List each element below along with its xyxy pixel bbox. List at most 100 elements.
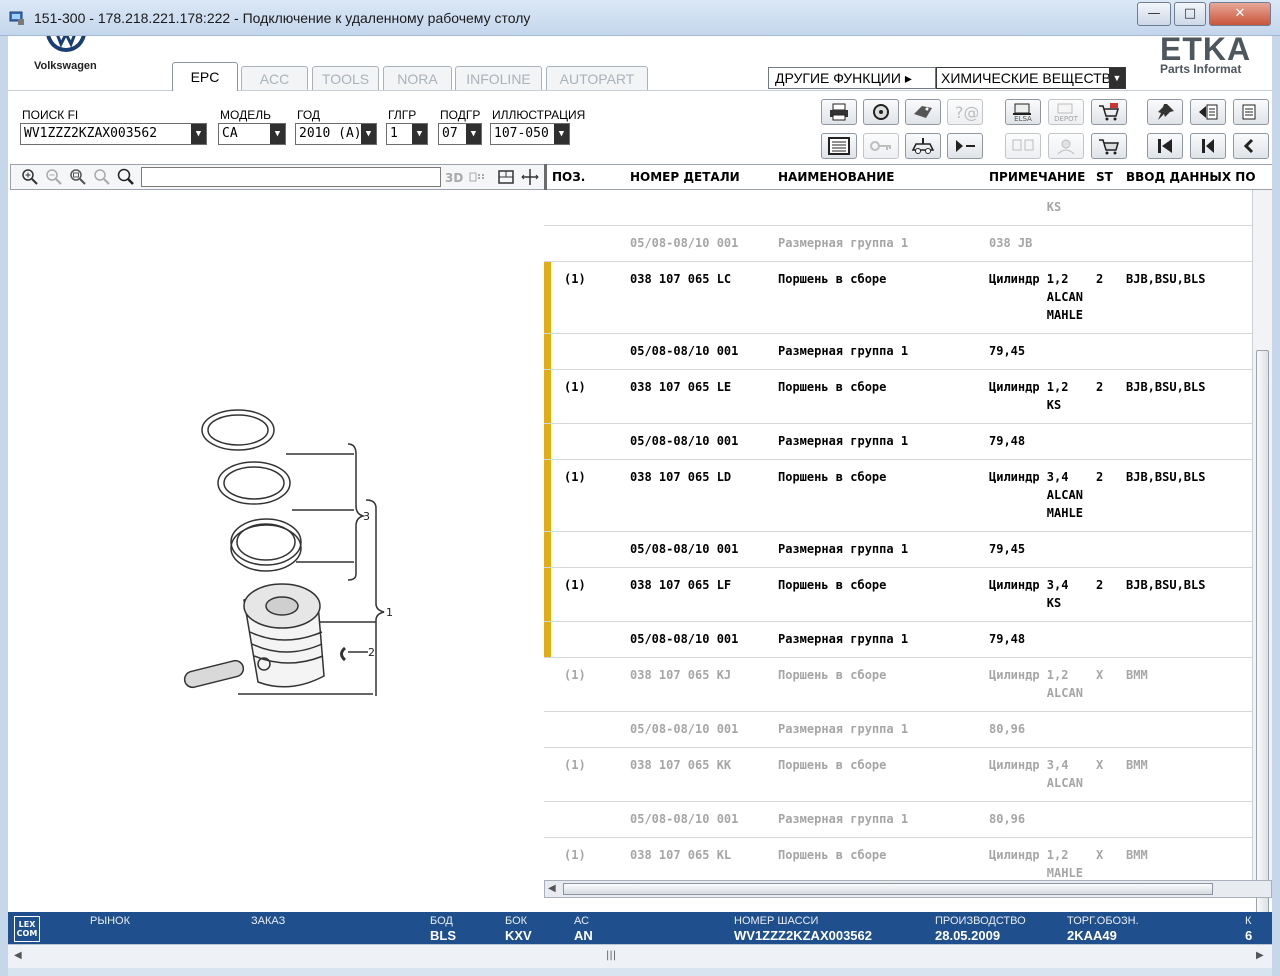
tab-tools[interactable]: TOOLS [312,66,379,90]
cell-name: Размерная группа 1 [778,722,909,736]
chevron-down-icon[interactable]: ▼ [412,124,427,144]
pin-button[interactable] [1147,99,1183,125]
scrollbar-thumb[interactable] [1256,350,1269,968]
col-pos-header[interactable]: ПОЗ. [552,170,585,184]
chevron-down-icon[interactable]: ▼ [1109,68,1125,88]
col-note-header[interactable]: ПРИМЕЧАНИЕ [989,170,1085,184]
search-fi-field[interactable]: WV1ZZZ2KZAX003562 ▼ [20,123,207,145]
table-row[interactable]: 05/08-08/10 001 Размерная группа 1 79,45 [544,334,1272,370]
other-functions-button[interactable]: ДРУГИЕ ФУНКЦИИ ▸ [768,67,936,89]
col-part-number-header[interactable]: НОМЕР ДЕТАЛИ [630,170,740,184]
zoom-out-button[interactable] [43,167,65,187]
other-functions-select[interactable]: ХИМИЧЕСКИЕ ВЕЩЕСТВА ▼ [936,67,1126,89]
table-row[interactable]: 05/08-08/10 001 Размерная группа 1 79,48 [544,622,1272,658]
zoom-fit-button[interactable] [67,167,89,187]
resize-splitter-button[interactable] [519,167,541,187]
col-name-header[interactable]: НАИМЕНОВАНИЕ [778,170,894,184]
table-vertical-scrollbar[interactable] [1252,190,1272,968]
close-button[interactable]: ✕ [1209,2,1271,26]
cell-note: 79,48 [989,632,1026,646]
chevron-down-icon[interactable]: ▼ [361,124,376,144]
key-button[interactable] [863,133,899,159]
cell-name: Поршень в сборе [778,578,887,592]
table-row[interactable]: (1) 038 107 065 LC Поршень в сборе Цилиндр … [544,262,1272,334]
3d-icon: 3D [445,171,463,185]
tab-nora[interactable]: NORA [383,66,452,90]
help-button[interactable]: ?@ [947,99,983,125]
dealer-button[interactable] [1048,133,1084,159]
scrollbar-thumb[interactable] [563,883,1213,895]
maximize-button[interactable]: □ [1174,2,1206,26]
podgr-select[interactable]: 07 ▼ [438,123,482,145]
minimize-button[interactable]: — [1137,2,1171,26]
illustration-search-input[interactable] [141,167,441,187]
tab-epc[interactable]: EPC [172,62,238,91]
depot-button[interactable]: DEPOT [1048,99,1084,125]
hotspot-button[interactable] [467,167,489,187]
page-back-button[interactable] [1190,99,1226,125]
chevron-down-icon[interactable]: ▼ [191,124,206,144]
glgr-select[interactable]: 1 ▼ [386,123,428,145]
list-button[interactable] [821,133,857,159]
parts-tags-button[interactable] [905,99,941,125]
cell-data-entry: BJB,BSU,BLS [1126,272,1206,286]
table-horizontal-scrollbar[interactable]: ◀ [544,880,1272,898]
scroll-right-icon[interactable]: ▶ [1256,950,1264,961]
chevron-down-icon[interactable]: ▼ [466,124,481,144]
cart-button[interactable] [1091,133,1127,159]
table-splitter[interactable] [544,164,547,190]
play-remove-button[interactable] [947,133,983,159]
table-row[interactable]: (1) 038 107 065 LF Поршень в сборе Цилиндр … [544,568,1272,622]
cell-part-number: 038 107 065 KK [630,758,732,772]
table-row[interactable]: (1) 038 107 065 KJ Поршень в сборе Цилиндр … [544,658,1272,712]
elsa-button[interactable]: ELSA [1005,99,1041,125]
table-row[interactable]: (1) 038 107 065 KK Поршень в сборе Цилиндр … [544,748,1272,802]
zoom-100-button[interactable] [91,167,113,187]
vehicle-status-bar: LEX COM РЫНОК ЗАКАЗ БОД BLS БОК KXV АС A… [8,912,1272,946]
table-row[interactable]: KS [544,190,1272,226]
remote-horizontal-scrollbar[interactable]: ◀ ||| ▶ [8,944,1272,968]
col-st-header[interactable]: ST [1096,170,1113,184]
scroll-grip-icon[interactable]: ||| [606,950,616,961]
cell-part-number: 05/08-08/10 001 [630,812,739,826]
print-button[interactable] [821,99,857,125]
add-to-cart-button[interactable] [1091,99,1127,125]
search-button[interactable] [115,167,137,187]
window-frame-right[interactable] [1272,36,1280,976]
chevron-down-icon[interactable]: ▼ [270,124,285,144]
table-row[interactable]: (1) 038 107 065 LD Поршень в сборе Цилиндр … [544,460,1272,532]
scroll-left-icon[interactable]: ◀ [14,950,22,961]
tab-infoline[interactable]: INFOLINE [455,66,542,90]
table-row[interactable]: 05/08-08/10 001 Размерная группа 1 79,45 [544,532,1272,568]
scroll-left-icon[interactable]: ◀ [548,883,556,894]
tab-autopart[interactable]: AUTOPART [546,66,648,90]
zoom-in-button[interactable] [19,167,41,187]
illustration-select[interactable]: 107-050 ▼ [490,123,570,145]
previous-item-button[interactable] [1233,133,1269,159]
model-select[interactable]: CA ▼ [218,123,286,145]
table-row[interactable]: 05/08-08/10 001 Размерная группа 1 80,96 [544,712,1272,748]
col-data-entry-header[interactable]: ВВОД ДАННЫХ ПО [1126,170,1256,184]
view-3d-button[interactable]: 3D [443,167,465,187]
table-row[interactable]: (1) 038 107 065 KL Поршень в сборе Цилиндр … [544,838,1272,880]
table-row[interactable]: 05/08-08/10 001 Размерная группа 1 80,96 [544,802,1272,838]
production-value: 28.05.2009 [935,928,1001,943]
chevron-down-icon[interactable]: ▼ [554,124,569,144]
cell-pos: (1) [564,380,586,394]
table-row[interactable]: (1) 038 107 065 LE Поршень в сборе Цилиндр … [544,370,1272,424]
compare-button[interactable] [1005,133,1041,159]
tools-disc-button[interactable] [863,99,899,125]
vehicle-button[interactable] [905,133,941,159]
table-row[interactable]: 05/08-08/10 001 Размерная группа 1 038 JB [544,226,1272,262]
previous-page-button[interactable] [1190,133,1226,159]
cell-name: Поршень в сборе [778,758,887,772]
page-forward-button[interactable] [1233,99,1269,125]
year-select[interactable]: 2010 (A) ▼ [295,123,377,145]
cell-data-entry: BJB,BSU,BLS [1126,470,1206,484]
cell-part-number: 05/08-08/10 001 [630,542,739,556]
split-view-button[interactable] [495,167,517,187]
tab-acc[interactable]: ACC [241,66,308,90]
table-row[interactable]: 05/08-08/10 001 Размерная группа 1 79,48 [544,424,1272,460]
illustration-value: 107-050 [494,126,549,141]
first-page-button[interactable] [1147,133,1183,159]
